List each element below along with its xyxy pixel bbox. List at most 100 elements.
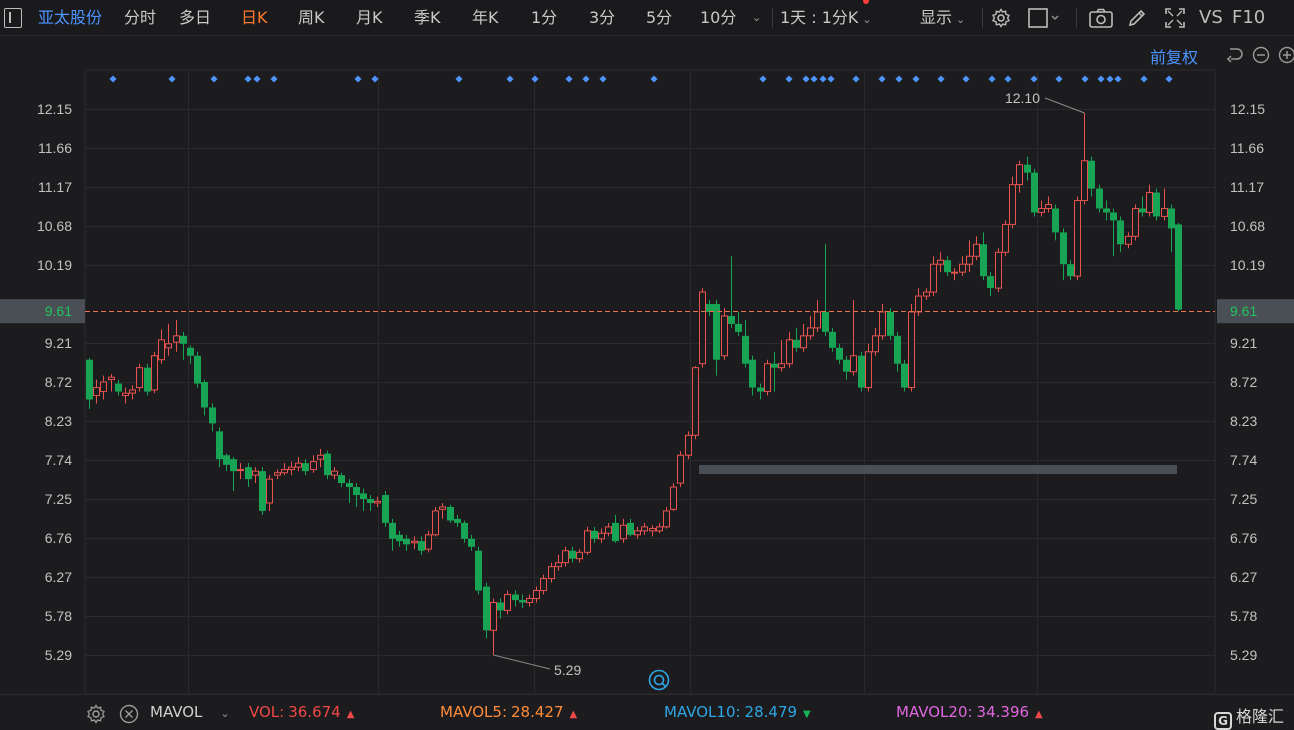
tab-daily-k[interactable]: 日K xyxy=(241,0,268,36)
event-marker-diamond[interactable] xyxy=(210,75,218,83)
candle xyxy=(930,256,937,297)
candle xyxy=(194,351,201,388)
pen-icon[interactable] xyxy=(1127,8,1147,28)
event-marker-diamond[interactable] xyxy=(371,75,379,83)
candle-body xyxy=(966,255,973,265)
event-marker-diamond[interactable] xyxy=(168,75,176,83)
event-marker-diamond[interactable] xyxy=(1030,75,1038,83)
vol-label: VOL: xyxy=(249,703,285,721)
candle-body xyxy=(1117,220,1124,245)
tab-1min[interactable]: 1分 xyxy=(531,0,557,36)
y-tick-label: 6.76 xyxy=(1230,530,1257,546)
candle-body xyxy=(519,600,526,603)
candle xyxy=(1117,216,1124,253)
fullscreen-icon[interactable] xyxy=(1165,8,1185,28)
settings-gear-icon[interactable] xyxy=(991,8,1011,28)
low-price-label: 5.29 xyxy=(554,662,581,678)
sidebar-toggle-icon[interactable] xyxy=(4,8,22,28)
y-tick-label: 5.29 xyxy=(45,647,72,663)
event-marker-diamond[interactable] xyxy=(506,75,514,83)
tab-quarterly-k[interactable]: 季K xyxy=(414,0,441,36)
event-marker-diamond[interactable] xyxy=(582,75,590,83)
candle xyxy=(793,327,800,352)
event-marker-diamond[interactable] xyxy=(244,75,252,83)
period-select[interactable]: 1天 : 1分K ⌄ xyxy=(780,0,872,36)
candle xyxy=(778,339,785,372)
candle xyxy=(749,355,756,396)
event-marker-diamond[interactable] xyxy=(109,75,117,83)
tab-3min[interactable]: 3分 xyxy=(589,0,615,36)
candle-body xyxy=(735,323,742,332)
event-marker-diamond[interactable] xyxy=(878,75,886,83)
candle-body xyxy=(649,527,656,532)
candle-body xyxy=(439,506,446,510)
candle-body xyxy=(1074,200,1081,277)
tab-monthly-k[interactable]: 月K xyxy=(356,0,383,36)
event-marker-diamond[interactable] xyxy=(962,75,970,83)
event-marker-diamond[interactable] xyxy=(1140,75,1148,83)
event-marker-diamond[interactable] xyxy=(852,75,860,83)
tab-weekly-k[interactable]: 周K xyxy=(298,0,325,36)
scroll-to-latest-icon[interactable] xyxy=(648,669,670,691)
event-marker-diamond[interactable] xyxy=(988,75,996,83)
tab-5min[interactable]: 5分 xyxy=(646,0,672,36)
candle xyxy=(1103,200,1110,221)
square-icon[interactable] xyxy=(1028,8,1060,28)
tab-multiday[interactable]: 多日 xyxy=(179,0,211,36)
event-marker-diamond[interactable] xyxy=(1081,75,1089,83)
mavol5-value: 28.427 xyxy=(511,703,564,721)
candle xyxy=(786,331,793,368)
candle-body xyxy=(331,470,338,476)
candle xyxy=(288,461,295,476)
event-marker-diamond[interactable] xyxy=(785,75,793,83)
mavol20-label: MAVOL20: xyxy=(896,703,973,721)
event-marker-diamond[interactable] xyxy=(802,75,810,83)
tab-yearly-k[interactable]: 年K xyxy=(472,0,499,36)
candle-body xyxy=(591,530,598,539)
more-periods-chevron-icon[interactable]: ⌄ xyxy=(752,0,761,36)
event-marker-diamond[interactable] xyxy=(1097,75,1105,83)
candle xyxy=(879,304,886,340)
event-marker-diamond[interactable] xyxy=(1114,75,1122,83)
event-marker-diamond[interactable] xyxy=(759,75,767,83)
event-marker-diamond[interactable] xyxy=(1165,75,1173,83)
candle-body xyxy=(526,597,533,603)
candle-body xyxy=(1168,208,1175,229)
close-indicator-icon[interactable] xyxy=(119,704,139,724)
candle xyxy=(497,598,504,619)
f10-button[interactable]: F10 xyxy=(1232,0,1265,36)
candlestick-chart[interactable]: 12.15 11.66 11.17 10.68 10.19 9.61 9.21 8.72 8.2… xyxy=(0,36,1294,694)
candle xyxy=(1060,228,1067,281)
event-marker-diamond[interactable] xyxy=(599,75,607,83)
candle xyxy=(685,431,692,460)
event-marker-diamond[interactable] xyxy=(354,75,362,83)
candle xyxy=(86,358,93,410)
indicator-select[interactable]: MAVOL ⌄ xyxy=(150,703,230,721)
tab-10min[interactable]: 10分 xyxy=(700,0,736,36)
event-marker-diamond[interactable] xyxy=(810,75,818,83)
candle xyxy=(367,495,374,511)
event-marker-diamond[interactable] xyxy=(455,75,463,83)
event-marker-diamond[interactable] xyxy=(1106,75,1114,83)
event-marker-diamond[interactable] xyxy=(937,75,945,83)
candle-body xyxy=(1016,164,1023,186)
stock-name[interactable]: 亚太股份 xyxy=(38,0,102,36)
trend-up-icon: ▲ xyxy=(1035,709,1043,720)
event-marker-diamond[interactable] xyxy=(1055,75,1063,83)
display-menu[interactable]: 显示 ⌄ xyxy=(920,0,965,36)
event-marker-diamond[interactable] xyxy=(819,75,827,83)
compare-vs-button[interactable]: VS xyxy=(1199,0,1223,36)
event-marker-diamond[interactable] xyxy=(650,75,658,83)
tab-intraday[interactable]: 分时 xyxy=(124,0,156,36)
event-marker-diamond[interactable] xyxy=(827,75,835,83)
event-marker-diamond[interactable] xyxy=(912,75,920,83)
event-marker-diamond[interactable] xyxy=(253,75,261,83)
event-marker-diamond[interactable] xyxy=(565,75,573,83)
camera-icon[interactable] xyxy=(1089,8,1113,28)
event-marker-diamond[interactable] xyxy=(895,75,903,83)
event-marker-diamond[interactable] xyxy=(1004,75,1012,83)
event-marker-diamond[interactable] xyxy=(270,75,278,83)
indicator-settings-gear-icon[interactable] xyxy=(86,704,106,724)
event-marker-diamond[interactable] xyxy=(531,75,539,83)
candle-body xyxy=(540,578,547,592)
